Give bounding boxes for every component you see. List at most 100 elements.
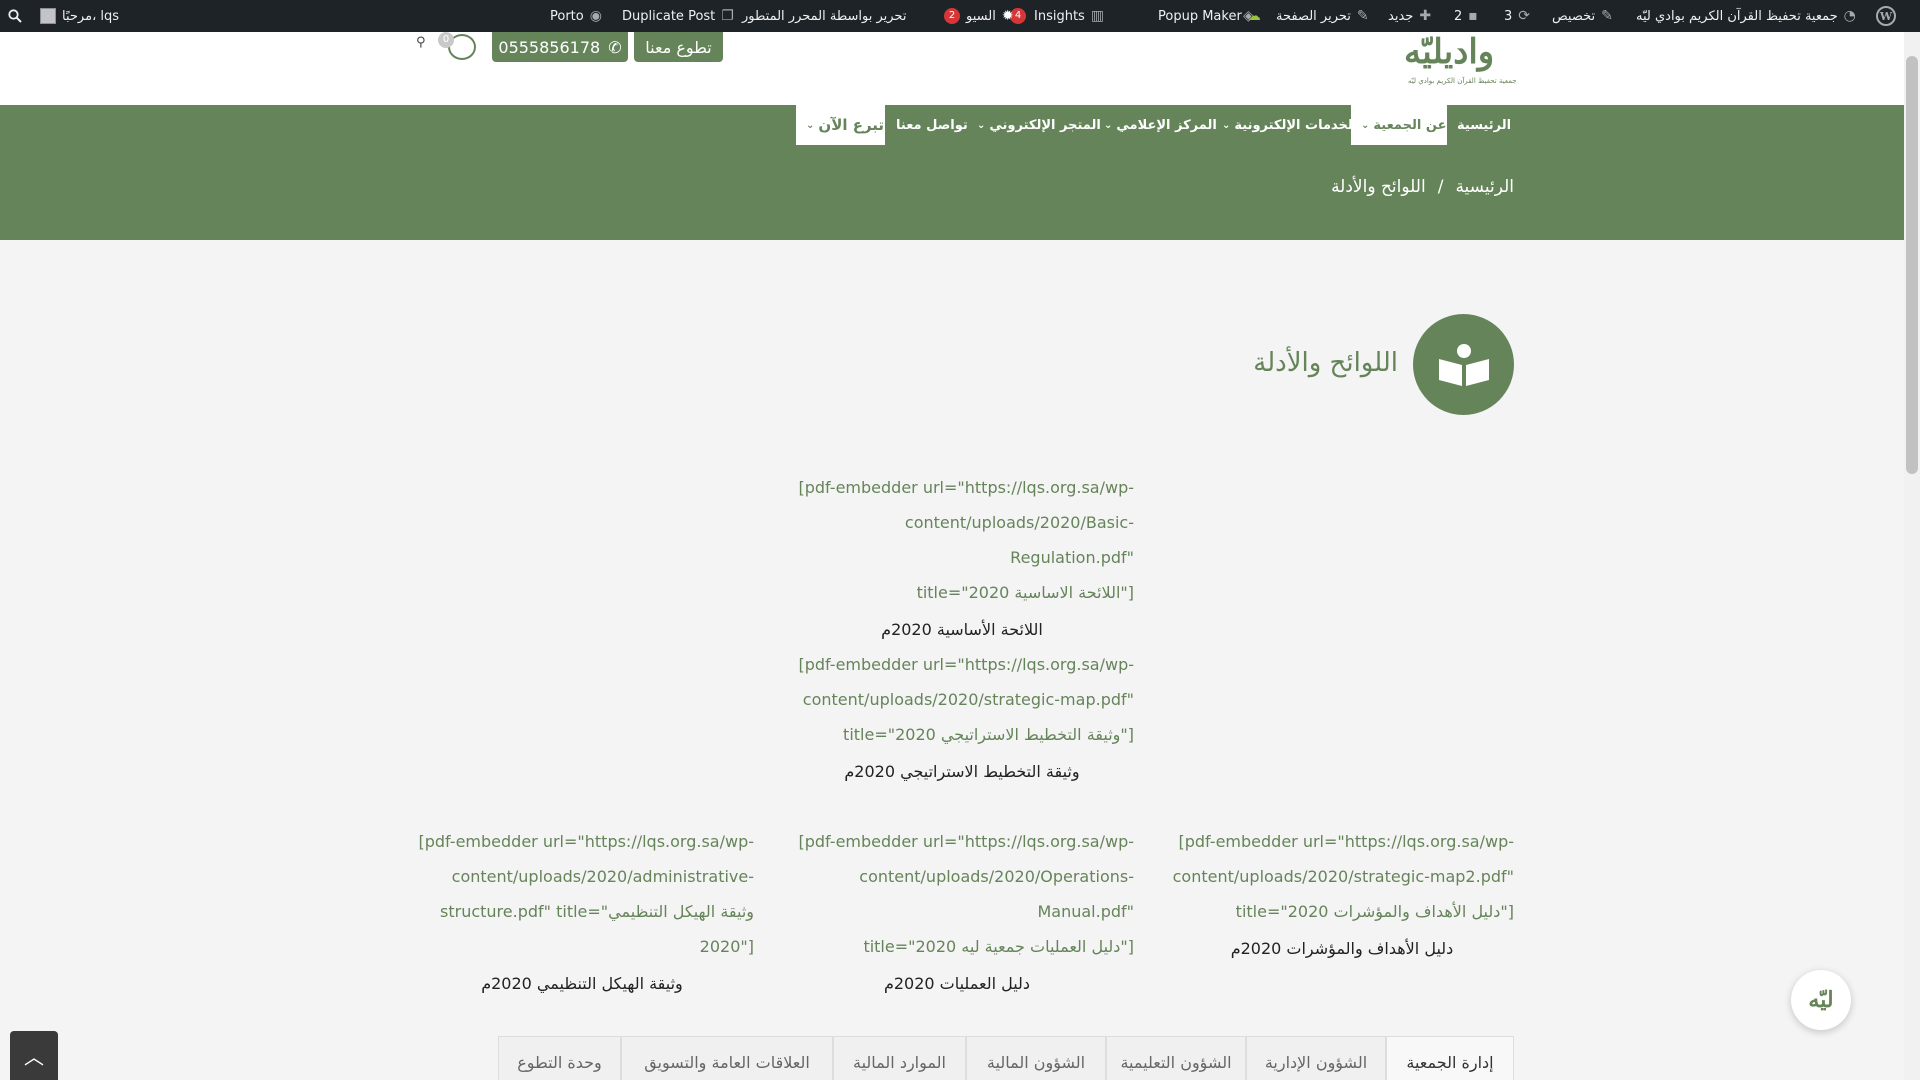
nav-media-center-label: المركز الإعلامي (1116, 117, 1217, 133)
pdf-embed-shortcode: [pdf-embedder url="https://lqs.org.sa/wp… (790, 647, 1134, 752)
category-tabs: إدارة الجمعية الشؤون الإدارية الشؤون الت… (478, 1036, 1514, 1080)
page-title: اللوائح والأدلة (1253, 348, 1398, 378)
breadcrumb-separator: / (1437, 177, 1444, 197)
nav-e-services-label: الخدمات الإلكترونية (1234, 117, 1358, 133)
header-search-icon[interactable]: ⚲ (416, 35, 426, 50)
pdf-embed-shortcode: [pdf-embedder url="https://lqs.org.sa/wp… (790, 470, 1134, 610)
main-content: اللوائح والأدلة [pdf-embedder url="https… (0, 240, 1904, 1080)
document-caption: اللائحة الأساسية 2020م (881, 620, 1043, 639)
updates-icon: ⟳ (1518, 8, 1531, 24)
nav-home-label: الرئيسية (1457, 117, 1512, 133)
adminbar-advanced-editor[interactable]: تحرير بواسطة المحرر المتطور (742, 0, 906, 32)
back-to-top-button[interactable]: ︿ (10, 1031, 58, 1080)
tab-label: الموارد المالية (853, 1053, 946, 1072)
seo-gear-icon: ✹ (1001, 8, 1014, 24)
popup-maker-icon: ☁ (1247, 8, 1261, 24)
tab-educational-affairs[interactable]: الشؤون التعليمية (1106, 1036, 1246, 1080)
tab-label: العلاقات العامة والتسويق (644, 1053, 810, 1072)
site-name-label: جمعية تحفيظ القرآن الكريم بوادي ليّه (1636, 8, 1838, 24)
chevron-down-icon: ⌄ (1222, 119, 1231, 131)
nav-item-about[interactable]: ⌄ عن الجمعية (1351, 105, 1447, 145)
duplicate-post-label: Duplicate Post (622, 8, 716, 24)
shortcode-line: title="اللائحة الاساسية 2020"] (916, 583, 1134, 602)
edit-page-label: تحرير الصفحة (1276, 8, 1351, 24)
document-caption: وثيقة التخطيط الاستراتيجي 2020م (844, 762, 1080, 781)
shortcode-line: 2020"] (699, 937, 754, 956)
updates-count: 3 (1504, 8, 1513, 24)
popup-maker-label: Popup Maker (1158, 8, 1242, 24)
document-strategic-map: [pdf-embedder url="https://lqs.org.sa/wp… (790, 647, 1134, 789)
adminbar-site-name[interactable]: جمعية تحفيظ القرآن الكريم بوادي ليّه ◔ (1636, 0, 1856, 32)
tab-association-management[interactable]: إدارة الجمعية (1386, 1036, 1514, 1080)
phone-button[interactable]: 0555856178 ✆ (492, 32, 628, 62)
nav-item-e-services[interactable]: ⌄ الخدمات الإلكترونية (1222, 105, 1357, 145)
site-header: واديليّه جمعية تحفيظ القرآن الكريم بوادي… (0, 32, 1904, 105)
plus-icon: ✚ (1419, 8, 1432, 24)
pencil-icon: ✎ (1356, 8, 1369, 24)
svg-text:W: W (1879, 10, 1893, 23)
shortcode-line: [pdf-embedder url="https://lqs.org.sa/wp… (1178, 832, 1514, 851)
document-administrative-structure: [pdf-embedder url="https://lqs.org.sa/wp… (410, 824, 754, 1001)
nav-store-label: المتجر الإلكتروني (989, 117, 1101, 133)
nav-donate-label: تبرع الآن (818, 116, 885, 134)
scrollbar-thumb[interactable] (1906, 56, 1918, 474)
shortcode-line: structure.pdf" title="وثيقة الهيكل التنظ… (440, 902, 754, 921)
comments-count: 2 (1454, 8, 1463, 24)
tab-public-relations[interactable]: العلاقات العامة والتسويق (621, 1036, 833, 1080)
shortcode-line: content/uploads/2020/Operations-Manual.p… (859, 867, 1134, 921)
adminbar-duplicate-post[interactable]: Duplicate Post ❐ (622, 0, 734, 32)
copy-icon: ❐ (721, 8, 734, 24)
comment-icon: ▪ (1468, 8, 1478, 24)
chevron-down-icon: ⌄ (1104, 119, 1113, 131)
nav-item-store[interactable]: ⌄ المتجر الإلكتروني (977, 105, 1101, 145)
document-caption: دليل الأهداف والمؤشرات 2020م (1230, 939, 1454, 958)
tab-label: الشؤون الإدارية (1264, 1053, 1368, 1072)
book-reader-icon (1438, 343, 1489, 386)
adminbar-new[interactable]: جديد ✚ (1388, 0, 1431, 32)
adminbar-seo[interactable]: 2 السيو ✹ (944, 0, 1014, 32)
nav-item-home[interactable]: الرئيسية (1457, 105, 1511, 145)
customize-label: تخصيص (1552, 8, 1596, 24)
nav-item-media-center[interactable]: ⌄ المركز الإعلامي (1104, 105, 1217, 145)
brush-icon: ✎ (1601, 8, 1613, 24)
search-icon (8, 9, 22, 23)
document-caption: دليل العمليات 2020م (883, 974, 1031, 993)
chat-widget-button[interactable]: ليّه (1791, 970, 1851, 1030)
shortcode-line: [pdf-embedder url="https://lqs.org.sa/wp… (418, 832, 754, 851)
tab-volunteer-unit[interactable]: وحدة التطوع (498, 1036, 621, 1080)
adminbar-porto[interactable]: Porto ◉ (550, 0, 602, 32)
adminbar-edit-page[interactable]: تحرير الصفحة ✎ (1276, 0, 1369, 32)
tab-financial-affairs[interactable]: الشؤون المالية (966, 1036, 1106, 1080)
adminbar-my-account[interactable]: مرحبًا، lqs (40, 0, 119, 32)
pdf-embed-shortcode: [pdf-embedder url="https://lqs.org.sa/wp… (410, 824, 754, 964)
adminbar-customize[interactable]: تخصيص ✎ (1552, 0, 1613, 32)
tab-administrative-affairs[interactable]: الشؤون الإدارية (1246, 1036, 1386, 1080)
adminbar-updates[interactable]: 3 ⟳ (1504, 0, 1530, 32)
tab-label: الشؤون المالية (986, 1053, 1086, 1072)
bar-chart-icon: ▥ (1090, 8, 1105, 24)
document-strategic-map2: [pdf-embedder url="https://lqs.org.sa/wp… (1170, 824, 1514, 966)
site-logo[interactable]: واديليّه (1404, 32, 1494, 72)
chat-logo-icon: ليّه (1808, 987, 1834, 1013)
adminbar-comments[interactable]: 2 ▪ (1454, 0, 1478, 32)
pdf-embed-shortcode: [pdf-embedder url="https://lqs.org.sa/wp… (1170, 824, 1514, 929)
volunteer-button[interactable]: تطوع معنا (634, 32, 723, 62)
shortcode-line: content/uploads/2020/strategic-map.pdf" (802, 690, 1134, 709)
cart-count-badge: 0 (438, 32, 454, 48)
pdf-embed-shortcode: [pdf-embedder url="https://lqs.org.sa/wp… (780, 824, 1134, 964)
adminbar-popup-maker[interactable]: Popup Maker ☁ (1158, 0, 1261, 32)
adminbar-insights[interactable]: Insights ▥ (1034, 0, 1104, 32)
avatar (40, 8, 56, 24)
shortcode-line: content/uploads/2020/Basic-Regulation.pd… (904, 513, 1134, 567)
seo-count: 2 (944, 8, 960, 24)
nav-item-contact[interactable]: تواصل معنا (896, 105, 968, 145)
tab-label: الشؤون التعليمية (1120, 1053, 1232, 1072)
document-basic-regulation: [pdf-embedder url="https://lqs.org.sa/wp… (790, 470, 1134, 647)
breadcrumb-home-link[interactable]: الرئيسية (1455, 177, 1514, 197)
adminbar-search[interactable] (8, 0, 22, 32)
shortcode-line: title="دليل العمليات جمعية ليه 2020"] (863, 937, 1134, 956)
tab-financial-resources[interactable]: الموارد المالية (833, 1036, 966, 1080)
phone-icon: ✆ (608, 37, 622, 57)
nav-item-donate[interactable]: ⌄ تبرع الآن (796, 105, 885, 145)
wordpress-logo-icon[interactable]: W (1876, 0, 1896, 32)
